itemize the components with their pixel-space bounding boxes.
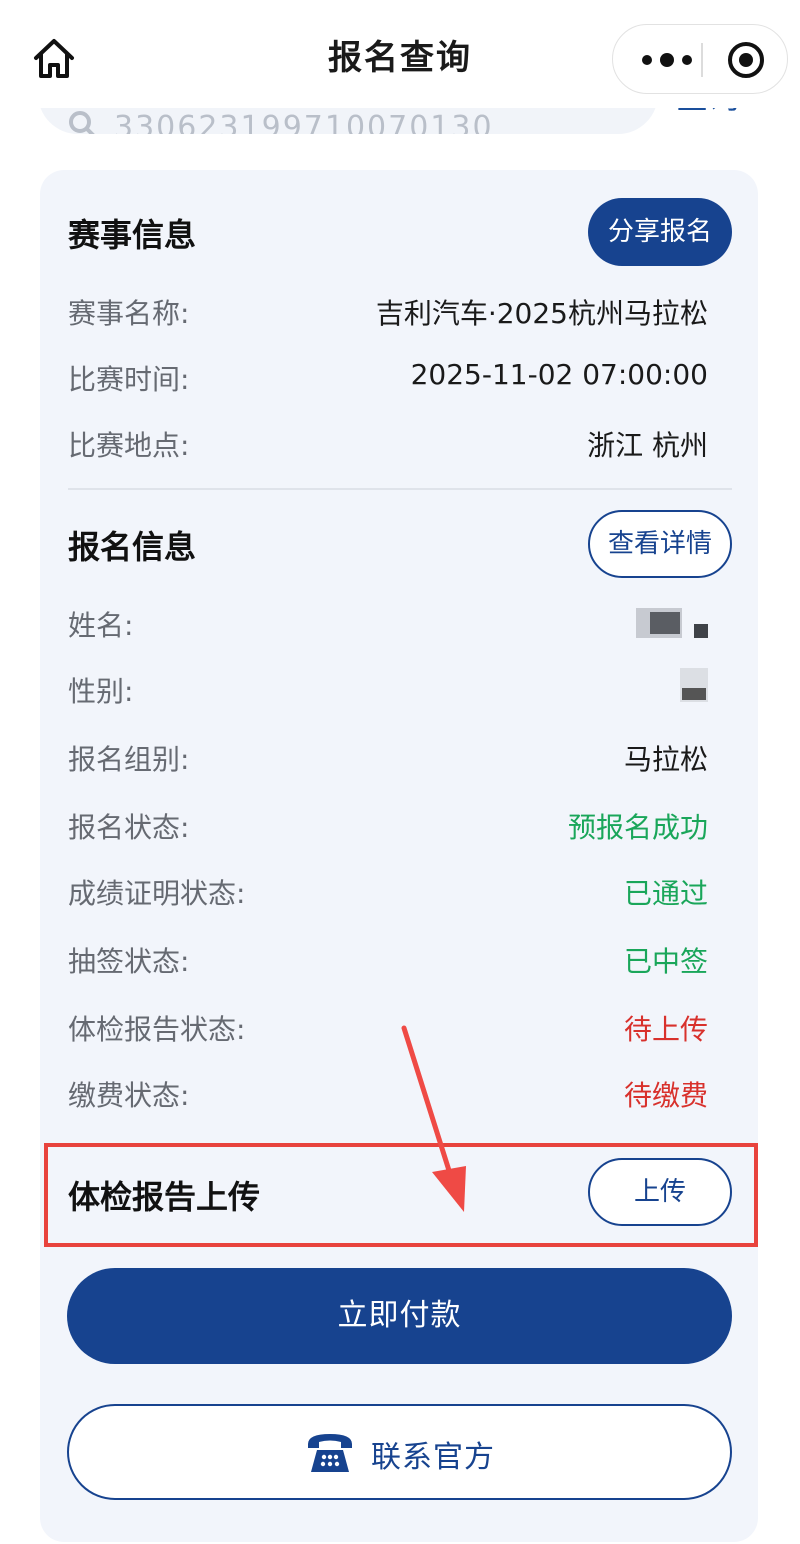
navbar: 报名查询: [0, 0, 800, 108]
contact-official-label: 联系官方: [371, 1440, 495, 1475]
registration-section-title: 报名信息: [68, 528, 197, 566]
pay-now-button[interactable]: 立即付款: [67, 1268, 732, 1364]
medical-report-status-value: 待上传: [623, 1013, 708, 1046]
capsule-divider: [701, 43, 703, 77]
event-time-value: 2025-11-02 07:00:00: [410, 358, 708, 391]
payment-status-label: 缴费状态:: [68, 1079, 190, 1112]
registration-status-value: 预报名成功: [567, 811, 708, 844]
mini-program-capsule: [612, 24, 788, 94]
phone-icon: [308, 1434, 352, 1472]
gender-label: 性别:: [68, 675, 134, 708]
annotation-arrow-icon: [401, 1025, 466, 1212]
search-input-value[interactable]: 330623199710070130: [114, 110, 494, 134]
lottery-status-value: 已中签: [623, 945, 708, 978]
payment-status-value: 待缴费: [623, 1079, 708, 1112]
contact-official-button[interactable]: 联系官方: [67, 1404, 732, 1500]
section-divider: [68, 488, 732, 490]
event-section-title: 赛事信息: [68, 216, 197, 254]
certificate-status-label: 成绩证明状态:: [68, 877, 246, 910]
certificate-status-value: 已通过: [623, 877, 708, 910]
event-name-label: 赛事名称:: [68, 297, 190, 330]
group-label: 报名组别:: [68, 743, 190, 776]
event-location-label: 比赛地点:: [68, 429, 190, 462]
target-icon[interactable]: [727, 41, 765, 79]
name-label: 姓名:: [68, 609, 134, 642]
event-location-value: 浙江 杭州: [587, 429, 708, 462]
lottery-status-label: 抽签状态:: [68, 945, 190, 978]
event-time-label: 比赛时间:: [68, 363, 190, 396]
registration-status-label: 报名状态:: [68, 811, 190, 844]
search-icon: [69, 111, 95, 134]
share-registration-button[interactable]: 分享报名: [588, 198, 732, 266]
view-details-button[interactable]: 查看详情: [588, 510, 732, 578]
more-dots-icon[interactable]: [637, 47, 697, 73]
event-name-value: 吉利汽车·2025杭州马拉松: [375, 297, 708, 330]
medical-report-status-label: 体检报告状态:: [68, 1013, 246, 1046]
group-value: 马拉松: [623, 743, 708, 776]
